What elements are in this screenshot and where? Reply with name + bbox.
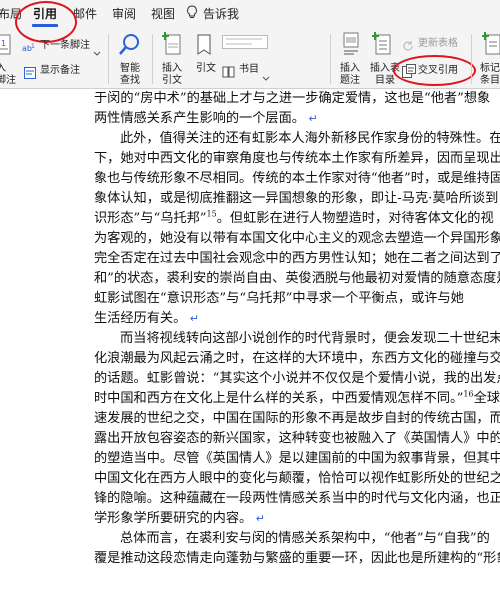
update-table-icon[interactable] [402,37,414,56]
insert-caption-label[interactable]: 插入 题注 [340,63,360,87]
document-line: 的塑造当中。尽管《英国情人》是以建国前的中国为叙事背景，但其中所 [94,449,500,469]
insert-footnote-label[interactable]: 入 脚注 [0,63,16,87]
svg-text:1: 1 [1,39,6,48]
smart-lookup-label[interactable]: 智能 查找 [120,63,140,87]
ribbon: 布局 引用 邮件 审阅 视图 告诉我 1 入 脚注 ab 1 下一条脚注 显示备注 [0,0,500,89]
document-line: 而当将视线转向这部小说创作的时代背景时，便会发现二十世纪末正 [120,329,500,349]
line-text-tail: 全球化 [473,391,500,406]
paragraph-mark-icon: ↵ [186,312,200,325]
lightbulb-icon [186,5,198,24]
document-page[interactable]: 于闵的“房中术”的基础上才与之进一步确定爱情，这也是“他者”想象 两性情感关系产生… [0,89,500,598]
index-group: 标记 条目 [476,30,500,86]
mark-entry-label[interactable]: 标记 条目 [480,63,500,86]
insert-footnote-icon[interactable]: 1 [0,34,14,60]
document-line: 识形态”与“乌托邦”15。但虹影在进行人物塑造时，对待客体文化的视 [94,209,494,229]
line-text: 识形态”与“乌托邦” [94,211,207,226]
chevron-down-icon[interactable] [93,42,101,61]
tab-review[interactable]: 审阅 [112,5,136,22]
line-text: 覆是推动这段恋情走向蓬勃与繁盛的重要一环，因此也是所建构的“形象 [94,551,500,566]
footnote-reference[interactable]: 16 [463,390,473,399]
document-line: 下，她对中西文化的审察角度也与传统本土作家有所差异，因而呈现出的 [94,149,500,169]
ribbon-tabs: 布局 引用 邮件 审阅 视图 告诉我 [0,0,500,43]
line-text: 化浪潮最为风起云涌之时，在这样的大环境中，东西方文化的碰撞与交流 [94,351,500,366]
footnote-reference[interactable]: 15 [207,210,217,219]
document-line: 速发展的世纪之交，中国在国际的形象不再是故步自封的传统古国，而是 [94,409,500,429]
bibliography-label[interactable]: 书目 [239,64,259,76]
document-line: 虹影试图在“意识形态”与“乌托邦”中寻求一个平衡点，或许与她 [94,289,464,309]
line-text: 于闵的“房中术”的基础上才与之进一步确定爱情，这也是“他者”想象 [94,91,491,106]
document-line: 两性情感关系产生影响的一个层面。 ↵ [94,109,318,129]
document-line: 象体认知，或是彻底推翻这一异国想象的形象，即让-马克·莫哈所谈到 [94,189,498,209]
line-text: 学形象学所要研究的内容。 [94,511,253,526]
line-text: 中国文化在西方人眼中的变化与颠覆，恰恰可以视作虹影所处的世纪之交 [94,471,500,486]
document-line: 生活经历有关。 ↵ [94,309,199,329]
document-line: 总体而言，在裘利安与闵的情感关系架构中，“他者”与“自我”的 [120,529,490,549]
line-text: 完全否定在过去中国社会观念中的西方男性认知；她在二者之间达到了一 [94,251,500,266]
ribbon-divider [330,34,331,84]
line-text-tail: 。但虹影在进行人物塑造时，对待客体文化的视 [216,211,494,226]
bibliography-icon[interactable] [222,63,236,82]
line-text: 时中国和西方在文化上是什么样的关系，中西爱情观怎样不同。” [94,391,464,406]
ribbon-divider [152,34,153,84]
citation-label[interactable]: 引文 [196,63,216,75]
paragraph-mark-icon: ↵ [305,112,318,125]
line-text: 锋的隐喻。这种蕴藏在一段两性情感关系当中的时代与文化内涵，也正是 [94,491,500,506]
document-line: 完全否定在过去中国社会观念中的西方男性认知；她在二者之间达到了一 [94,249,500,269]
line-text: 的话题。虹影曾说：“其实这个小说并不仅仅是个爱情小说，我的出发点 [94,371,500,386]
next-footnote-icon[interactable]: ab 1 [22,39,36,58]
ribbon-divider [108,34,109,84]
next-footnote-label[interactable]: 下一条脚注 [40,40,90,52]
show-notes-label[interactable]: 显示备注 [40,65,80,77]
line-text: 和”的状态，裘利安的崇尚自由、英俊洒脱与他最初对爱情的随意态度是并 [94,271,500,286]
insert-caption-icon[interactable] [342,32,360,60]
line-text: 而当将视线转向这部小说创作的时代背景时，便会发现二十世纪末正 [120,331,500,346]
document-line: 露出开放包容姿态的新兴国家，这种转变也被融入了《英国情人》中的人 [94,429,500,449]
document-line: 此外，值得关注的还有虹影本人海外新移民作家身份的特殊性。在这 [120,129,500,149]
citation-icon[interactable] [196,32,214,60]
line-text: 两性情感关系产生影响的一个层面。 [94,111,305,126]
paragraph-mark-icon: ↵ [252,512,265,525]
document-line: 为客观的，她没有以带有本国文化中心主义的观念去塑造一个异国形象， [94,229,500,249]
document-line: 的话题。虹影曾说：“其实这个小说并不仅仅是个爱情小说，我的出发点 [94,369,500,389]
citations-group: 插入 引文 引文 书目 [156,30,280,86]
line-text: 总体而言，在裘利安与闵的情感关系架构中，“他者”与“自我”的 [120,531,490,546]
smart-lookup-icon[interactable] [118,32,142,60]
document-line: 覆是推动这段恋情走向蓬勃与繁盛的重要一环，因此也是所建构的“形象 [94,549,500,569]
mark-entry-icon[interactable] [481,32,500,60]
document-line: 象也与传统形象不尽相同。传统的本土作家对待“他者”时，或是维持固 [94,169,500,189]
footnotes-group: 1 入 脚注 ab 1 下一条脚注 显示备注 [0,30,108,86]
line-text: 下，她对中西文化的审察角度也与传统本土作家有所差异，因而呈现出的 [94,151,500,166]
document-line: 和”的状态，裘利安的崇尚自由、英俊洒脱与他最初对爱情的随意态度是并 [94,269,500,289]
document-line: 时中国和西方在文化上是什么样的关系，中西爱情观怎样不同。”16全球化 [94,389,500,409]
highlight-circle-cross-reference [393,55,476,86]
line-text: 的塑造当中。尽管《英国情人》是以建国前的中国为叙事背景，但其中所 [94,451,500,466]
document-line: 中国文化在西方人眼中的变化与颠覆，恰恰可以视作虹影所处的世纪之交 [94,469,500,489]
insert-citation-label[interactable]: 插入 引文 [162,63,182,87]
document-line: 锋的隐喻。这种蕴藏在一段两性情感关系当中的时代与文化内涵，也正是 [94,489,500,509]
show-notes-icon[interactable] [24,64,36,83]
tab-view[interactable]: 视图 [151,5,175,22]
line-text: 速发展的世纪之交，中国在国际的形象不再是故步自封的传统古国，而是 [94,411,500,426]
svg-text:1: 1 [31,43,35,50]
line-text: 露出开放包容姿态的新兴国家，这种转变也被融入了《英国情人》中的人 [94,431,500,446]
insert-citation-icon[interactable] [161,32,184,60]
document-line: 于闵的“房中术”的基础上才与之进一步确定爱情，这也是“他者”想象 [94,89,490,109]
update-table-label[interactable]: 更新表格 [418,38,458,50]
manage-sources-icon[interactable] [222,34,268,53]
line-text: 虹影试图在“意识形态”与“乌托邦”中寻求一个平衡点，或许与她 [94,291,464,306]
document-line: 化浪潮最为风起云涌之时，在这样的大环境中，东西方文化的碰撞与交流 [94,349,500,369]
document-line: 学形象学所要研究的内容。 ↵ [94,509,265,529]
insert-table-of-figures-icon[interactable] [371,32,394,60]
research-group: 智能 查找 [112,30,148,86]
line-text: 此外，值得关注的还有虹影本人海外新移民作家身份的特殊性。在这 [120,131,500,146]
line-text: 为客观的，她没有以带有本国文化中心主义的观念去塑造一个异国形象， [94,231,500,246]
ribbon-divider [471,34,472,84]
line-text: 生活经历有关。 [94,311,187,326]
tab-tell-me[interactable]: 告诉我 [203,5,239,22]
line-text: 象也与传统形象不尽相同。传统的本土作家对待“他者”时，或是维持固 [94,171,500,186]
line-text: 象体认知，或是彻底推翻这一异国想象的形象，即让-马克·莫哈所谈到 [94,191,499,206]
chevron-down-icon[interactable] [262,67,270,86]
